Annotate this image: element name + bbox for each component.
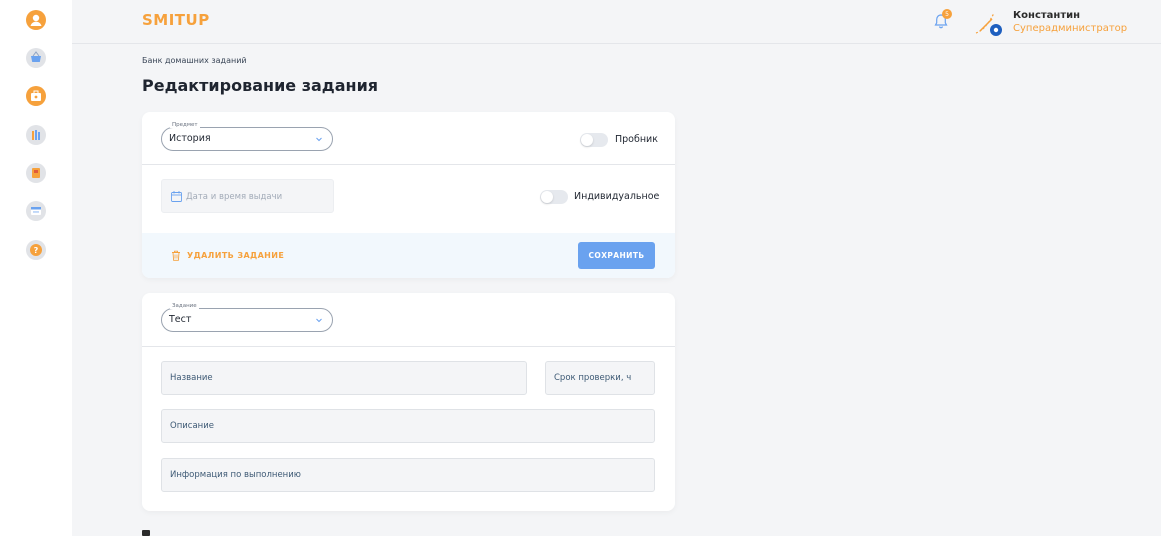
card-actions: УДАЛИТЬ ЗАДАНИЕ СОХРАНИТЬ	[142, 233, 675, 278]
completion-info-placeholder: Информация по выполнению	[170, 470, 301, 480]
trial-toggle-label: Пробник	[615, 134, 658, 145]
main-content: SMITUP 5 Константин Суперадминистратор Б…	[72, 0, 1161, 536]
divider	[142, 346, 675, 347]
task-details-card: Задание Тест Название Срок проверки, ч О…	[142, 293, 675, 511]
basket-icon[interactable]	[26, 48, 46, 68]
user-name[interactable]: Константин	[1013, 10, 1080, 21]
user-icon[interactable]	[26, 10, 46, 30]
date-time-input[interactable]: Дата и время выдачи	[161, 179, 334, 213]
task-type-select[interactable]: Задание Тест	[161, 303, 333, 332]
description-input[interactable]: Описание	[161, 409, 655, 443]
task-settings-card: Предмет История Пробник Дата и время выд…	[142, 112, 675, 278]
sidebar: ?	[0, 0, 72, 536]
divider	[142, 164, 675, 165]
user-role: Суперадминистратор	[1013, 23, 1128, 34]
logo[interactable]: SMITUP	[142, 11, 210, 29]
trash-icon	[172, 250, 180, 261]
briefcase-icon[interactable]	[26, 86, 46, 106]
date-time-placeholder: Дата и время выдачи	[186, 192, 283, 202]
chevron-down-icon	[316, 318, 322, 323]
delete-task-button[interactable]: УДАЛИТЬ ЗАДАНИЕ	[171, 247, 284, 263]
deadline-placeholder: Срок проверки, ч	[554, 373, 632, 383]
topbar: SMITUP 5 Константин Суперадминистратор	[72, 0, 1161, 44]
individual-toggle-label: Индивидуальное	[574, 191, 660, 202]
cut-off-text	[142, 530, 150, 536]
task-type-select-value: Тест	[169, 314, 192, 325]
individual-toggle[interactable]	[540, 190, 568, 204]
chevron-down-icon	[316, 137, 322, 142]
delete-task-label: УДАЛИТЬ ЗАДАНИЕ	[187, 250, 285, 260]
trial-toggle[interactable]	[580, 133, 608, 147]
subject-select[interactable]: Предмет История	[161, 122, 333, 151]
question-icon[interactable]: ?	[26, 240, 46, 260]
breadcrumb[interactable]: Банк домашних заданий	[142, 56, 247, 65]
avatar[interactable]	[974, 9, 1004, 37]
deadline-input[interactable]: Срок проверки, ч	[545, 361, 655, 395]
name-placeholder: Название	[170, 373, 213, 383]
save-button[interactable]: СОХРАНИТЬ	[578, 242, 655, 269]
calendar-icon[interactable]	[26, 201, 46, 221]
page-title: Редактирование задания	[142, 76, 379, 95]
notification-badge: 5	[942, 9, 952, 19]
description-placeholder: Описание	[170, 421, 214, 431]
subject-select-value: История	[169, 133, 211, 144]
task-type-select-label: Задание	[170, 303, 199, 309]
completion-info-input[interactable]: Информация по выполнению	[161, 458, 655, 492]
calendar-icon	[171, 191, 182, 202]
books-icon[interactable]	[26, 125, 46, 145]
subject-select-label: Предмет	[170, 122, 200, 128]
svg-text:?: ?	[34, 246, 39, 255]
name-input[interactable]: Название	[161, 361, 527, 395]
notebook-icon[interactable]	[26, 163, 46, 183]
